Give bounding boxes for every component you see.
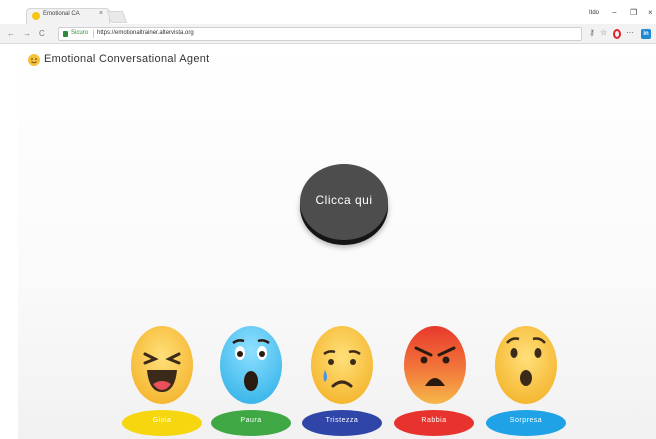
close-window-button[interactable]: × — [648, 8, 653, 17]
emotion-button-tristezza[interactable]: Tristezza — [302, 410, 382, 436]
browser-toolbar: ← → C Sicuro https://emotionaltrainer.al… — [0, 24, 656, 44]
secure-label: Sicuro — [71, 30, 89, 36]
emotion-button-paura[interactable]: Paura — [211, 410, 291, 436]
fearful-face-icon[interactable] — [220, 326, 282, 404]
forward-button[interactable]: → — [23, 29, 31, 38]
emotion-label: Paura — [240, 417, 262, 424]
surprised-face-icon[interactable] — [495, 326, 557, 404]
favicon-icon — [32, 12, 40, 20]
opera-icon[interactable] — [613, 29, 621, 39]
emotion-button-sorpresa[interactable]: Sorpresa — [486, 410, 566, 436]
emotion-label: Rabbia — [421, 417, 447, 424]
emotion-button-gioia[interactable]: Gioia — [122, 410, 202, 436]
address-bar[interactable]: Sicuro https://emotionaltrainer.altervis… — [58, 27, 582, 41]
tab-close-icon[interactable]: × — [99, 10, 103, 17]
back-button[interactable]: ← — [7, 29, 15, 38]
lock-icon — [63, 31, 68, 37]
key-icon[interactable]: ⚷ — [589, 28, 595, 37]
laughing-face-icon[interactable] — [131, 326, 193, 404]
emotion-label: Tristezza — [325, 417, 359, 424]
browser-window: Emotional CA × Itdo − ❐ × ← → C Sicuro h… — [0, 0, 656, 439]
crying-face-icon[interactable] — [311, 326, 373, 404]
address-separator — [93, 30, 94, 38]
angry-face-icon[interactable] — [404, 326, 466, 404]
minimize-button[interactable]: − — [612, 8, 617, 17]
profile-name[interactable]: Itdo — [589, 10, 599, 16]
start-button[interactable]: Clicca qui — [300, 164, 388, 240]
tab-title: Emotional CA — [43, 11, 80, 17]
emotion-label: Sorpresa — [509, 417, 543, 424]
start-button-label: Clicca qui — [315, 193, 373, 207]
linkedin-icon[interactable]: in — [641, 29, 651, 39]
page-content: Emotional Conversational Agent Clicca qu… — [18, 44, 656, 439]
restore-button[interactable]: ❐ — [630, 8, 637, 17]
page-title: Emotional Conversational Agent — [44, 53, 210, 65]
more-icon[interactable]: ⋯ — [626, 28, 634, 37]
title-bar: Emotional CA × Itdo − ❐ × — [0, 0, 656, 24]
browser-tab[interactable]: Emotional CA × — [26, 8, 110, 24]
emotion-button-rabbia[interactable]: Rabbia — [394, 410, 474, 436]
new-tab-button[interactable] — [106, 11, 128, 23]
bookmark-star-icon[interactable]: ☆ — [600, 28, 607, 37]
emotion-label: Gioia — [152, 417, 172, 424]
url-text[interactable]: https://emotionaltrainer.altervista.org — [97, 30, 194, 36]
reload-button[interactable]: C — [39, 29, 45, 38]
smiley-icon — [28, 54, 40, 66]
